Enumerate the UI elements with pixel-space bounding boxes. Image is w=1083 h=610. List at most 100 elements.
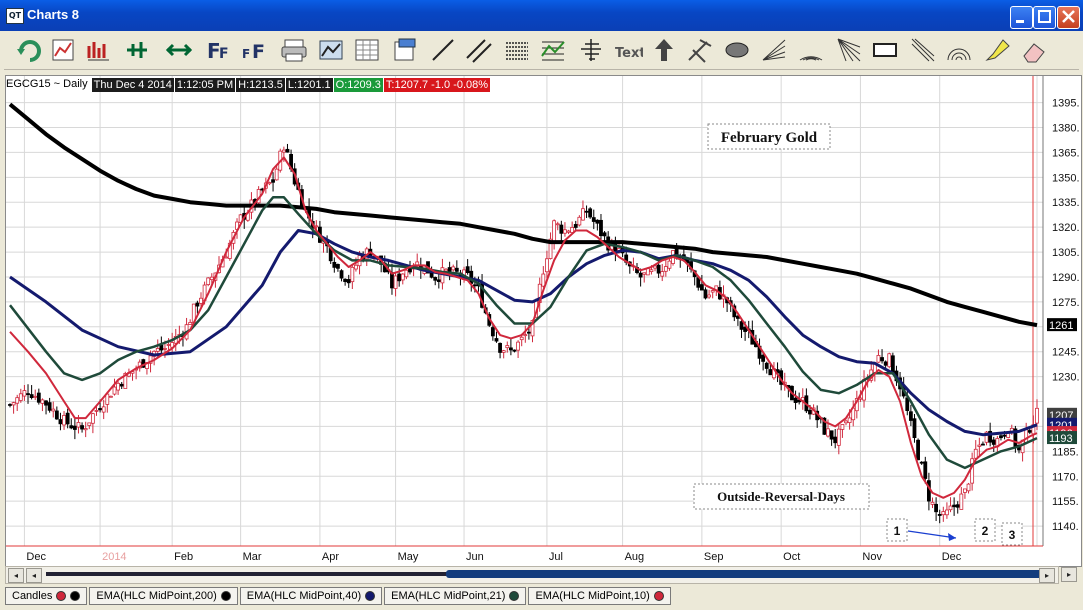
candle-body — [18, 393, 23, 401]
candle-body — [937, 513, 942, 516]
print-icon — [281, 39, 307, 62]
gann-fan-icon — [762, 39, 786, 61]
candle-body — [490, 327, 495, 337]
scroll-thumb[interactable] — [446, 570, 1043, 578]
candle-body — [94, 410, 99, 412]
y-tick-label: 1365. — [1052, 147, 1080, 159]
minimize-button[interactable] — [1010, 6, 1033, 29]
grid-button[interactable] — [502, 35, 532, 65]
candle-body — [494, 338, 499, 342]
font-large-icon: FF — [207, 39, 229, 63]
reversal-marker-label: 3 — [1009, 528, 1016, 542]
reversal-marker: 2 — [974, 518, 996, 542]
horizontal-scrollbar[interactable]: ◂ ◂ ▸ — [5, 566, 1059, 584]
scroll-step-left-button[interactable]: ◂ — [26, 568, 42, 583]
y-tick-label: 1290. — [1052, 272, 1080, 284]
candle-body — [912, 418, 917, 439]
candle-body — [977, 444, 982, 447]
close-button[interactable] — [1057, 6, 1080, 29]
fib-retracement-button[interactable] — [538, 35, 568, 65]
fib-arcs-icon — [799, 56, 823, 61]
font-small-button[interactable]: FF — [239, 35, 269, 65]
candle-body — [703, 289, 708, 299]
gann-fan-button[interactable] — [759, 35, 789, 65]
chart-title-box: February Gold — [707, 123, 831, 150]
data-table-icon — [355, 39, 379, 61]
fib-arcs-button[interactable] — [796, 35, 826, 65]
candle-body — [281, 149, 286, 153]
text-tool-button[interactable]: Text — [614, 35, 644, 65]
annotation-box: Outside-Reversal-Days — [693, 483, 870, 510]
snapshot-button[interactable] — [316, 35, 346, 65]
candle-body — [47, 402, 52, 411]
y-tick-label: 1350. — [1052, 172, 1080, 184]
candle-body — [224, 256, 229, 259]
candle-body — [1035, 407, 1039, 424]
candle-body — [54, 410, 59, 420]
parallel-lines-button[interactable] — [464, 35, 494, 65]
candle-body — [991, 439, 996, 445]
candle-body — [595, 219, 600, 224]
x-tick-label: Dec — [26, 551, 46, 563]
candle-body — [206, 277, 211, 285]
properties-button[interactable] — [390, 35, 420, 65]
zoom-out-icon — [165, 43, 193, 57]
ellipse-tool-button[interactable] — [722, 35, 752, 65]
zoom-in-button[interactable] — [122, 35, 152, 65]
indicator-tab[interactable]: EMA(HLC MidPoint,40) — [239, 587, 383, 605]
levels-button[interactable] — [576, 35, 606, 65]
scroll-right-button[interactable]: ▸ — [1039, 568, 1055, 583]
cycles-button[interactable] — [944, 35, 974, 65]
zoom-out-button[interactable] — [164, 35, 194, 65]
candle-body — [393, 275, 398, 289]
title-bar[interactable]: QT Charts 8 — [0, 0, 1083, 31]
print-button[interactable] — [279, 35, 309, 65]
x-tick-label: Aug — [625, 551, 645, 563]
bar-chart-icon — [87, 42, 109, 61]
candle-body — [22, 390, 27, 397]
candle-body — [508, 347, 513, 351]
candle-body — [8, 404, 12, 406]
refresh-icon — [17, 40, 41, 62]
arrow-tool-button[interactable] — [649, 35, 679, 65]
scroll-step-right-button[interactable]: ▸ — [1061, 567, 1077, 582]
scroll-left-button[interactable]: ◂ — [8, 568, 24, 583]
eraser-button[interactable] — [1019, 35, 1049, 65]
y-tick-label: 1185. — [1052, 446, 1079, 458]
candle-body — [649, 269, 654, 273]
indicator-tab[interactable]: EMA(HLC MidPoint,200) — [89, 587, 238, 605]
candle-body — [436, 279, 441, 282]
candle-body — [707, 294, 711, 298]
chart-settings-button[interactable] — [49, 35, 79, 65]
chart-area[interactable]: 1395. 1380. 1365. 1350. 1335. 1320. 1305. 1290.… — [5, 75, 1082, 567]
candle-body — [764, 362, 769, 369]
window-title: Charts 8 — [27, 7, 80, 22]
font-large-button[interactable]: FF — [204, 35, 234, 65]
rectangle-tool-button[interactable] — [870, 35, 900, 65]
candle-body — [501, 350, 506, 353]
app-icon: QT — [6, 8, 24, 24]
speed-lines-button[interactable] — [908, 35, 938, 65]
svg-text:F: F — [219, 46, 229, 62]
bar-chart-button[interactable] — [84, 35, 114, 65]
data-table-button[interactable] — [352, 35, 382, 65]
candle-body — [826, 428, 830, 437]
refresh-button[interactable] — [14, 35, 44, 65]
indicator-tab[interactable]: EMA(HLC MidPoint,21) — [384, 587, 527, 605]
maximize-button[interactable] — [1033, 6, 1056, 29]
y-tick-label: 1275. — [1052, 297, 1080, 309]
cross-tool-button[interactable] — [684, 35, 714, 65]
x-tick-label: Dec — [942, 551, 962, 563]
y-tick-label: 1155. — [1052, 496, 1079, 508]
line-tool-button[interactable] — [428, 35, 458, 65]
fib-fan-button[interactable] — [834, 35, 864, 65]
candle-body — [271, 179, 275, 183]
candle-body — [72, 425, 77, 430]
highlighter-button[interactable] — [982, 35, 1012, 65]
indicator-tab[interactable]: Candles — [5, 587, 88, 605]
series-color-dot — [653, 591, 664, 601]
indicator-tab[interactable]: EMA(HLC MidPoint,10) — [528, 587, 671, 605]
chart-settings-icon — [52, 39, 74, 61]
price-chart[interactable]: 1395. 1380. 1365. 1350. 1335. 1320. 1305. 1290.… — [6, 76, 1081, 566]
candle-body — [36, 392, 41, 403]
